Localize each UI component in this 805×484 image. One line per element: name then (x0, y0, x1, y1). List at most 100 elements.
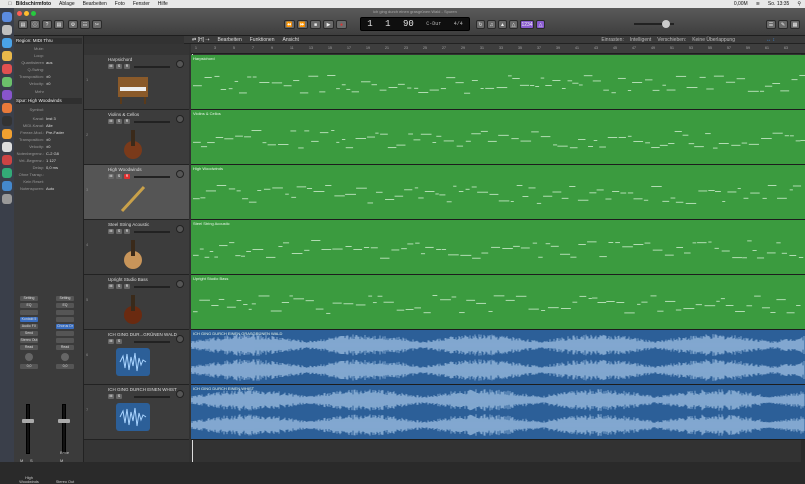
toolbar-toggle-button[interactable]: ▤ (54, 20, 64, 29)
track-header[interactable]: 5 Upright Studio Bass M S R (84, 275, 189, 330)
search-icon[interactable]: ⚲ (797, 1, 801, 7)
cycle-button[interactable]: ↻ (476, 20, 485, 29)
launchpad-icon[interactable] (2, 25, 12, 35)
view-menu[interactable]: Ansicht (282, 37, 298, 43)
mute-button[interactable]: M (60, 458, 63, 463)
help-button[interactable]: ? (42, 20, 52, 29)
count-in-button[interactable]: 1234 (520, 20, 534, 29)
view-toggle-icon[interactable]: ⇄ [H] ⇢ (192, 37, 210, 43)
mute-button[interactable]: M (20, 458, 23, 463)
calendar-icon[interactable] (2, 64, 12, 74)
inspector-row[interactable]: Notenspuren: Auto (16, 186, 82, 192)
empty-slot[interactable] (56, 338, 74, 343)
track-header[interactable]: 7 ICH GING DURCH EINEN WHIST M S (84, 385, 189, 440)
inspector-row[interactable]: Freeze-Mod.: Pre-Fader (16, 130, 82, 136)
track-inspector-header[interactable]: Spur: High Woodwinds (16, 98, 82, 104)
zoom-icon[interactable]: ↔ ↕ (766, 37, 775, 43)
track-header[interactable]: 4 Steel String Acoustic M S R (84, 220, 189, 275)
track-volume-slider[interactable] (134, 286, 170, 288)
vlc-icon[interactable] (2, 129, 12, 139)
track-volume-slider[interactable] (134, 66, 170, 68)
inspector-row[interactable]: MIDI-Kanal: Alle (16, 123, 82, 129)
track-volume-slider[interactable] (134, 396, 170, 398)
empty-slot[interactable] (56, 317, 74, 322)
inspector-row[interactable]: Q-Swing: (16, 67, 82, 73)
inspector-row[interactable]: Transposition: ±0 (16, 137, 82, 143)
menu-item[interactable]: Bearbeiten (83, 1, 107, 7)
more-disclosure[interactable]: Mehr (16, 89, 82, 95)
volume-fader[interactable] (22, 404, 34, 454)
mute-button[interactable]: M (108, 229, 114, 234)
list-editors-button[interactable]: ☰ (766, 20, 776, 29)
mute-button[interactable]: M (108, 284, 114, 289)
mixer-button[interactable]: ☷ (80, 20, 90, 29)
send-slot[interactable]: Send (20, 331, 38, 336)
inspector-row[interactable]: Symbol: (16, 107, 82, 113)
track-name[interactable]: Upright Studio Bass (108, 277, 148, 282)
menu-app[interactable]: Bildschirmfoto (16, 1, 51, 7)
track-pan-knob[interactable] (176, 115, 184, 123)
track-header[interactable]: 1 Harpsichord M S R (84, 55, 189, 110)
master-volume-knob[interactable] (662, 20, 670, 28)
track-pan-knob[interactable] (176, 335, 184, 343)
safari-icon[interactable] (2, 38, 12, 48)
inspector-button[interactable]: ⓘ (30, 20, 40, 29)
lcd-signature[interactable]: 4/4 (454, 21, 463, 27)
volume-fader[interactable] (58, 404, 70, 454)
track-pan-knob[interactable] (176, 170, 184, 178)
inspector-row[interactable]: Velocity: ±0 (16, 81, 82, 87)
inspector-row[interactable]: Loop: (16, 53, 82, 59)
lcd-key[interactable]: C-Dur (426, 21, 441, 27)
snap-select[interactable]: Intelligent (630, 37, 651, 43)
track-name[interactable]: Violins & Cellos (108, 112, 139, 117)
track-pan-knob[interactable] (176, 390, 184, 398)
track-name[interactable]: ICH GING DURCH EINEN WHIST (108, 387, 177, 392)
rewind-button[interactable]: ⏪ (284, 20, 295, 29)
stop-button[interactable]: ■ (310, 20, 321, 29)
record-enable-button[interactable]: R (124, 229, 130, 234)
menu-item[interactable]: Hilfe (158, 1, 168, 7)
zoom-button[interactable] (31, 11, 36, 16)
audio-fx-slot[interactable]: Chorus Dr (56, 324, 74, 329)
record-button[interactable]: ● (336, 20, 347, 29)
pages-icon[interactable] (2, 103, 12, 113)
play-button[interactable]: ▶ (323, 20, 334, 29)
solo-button[interactable]: S (116, 64, 122, 69)
region-inspector-header[interactable]: Region: MIDI Thru (16, 38, 82, 44)
inspector-row[interactable]: Mute: (16, 46, 82, 52)
midi-region[interactable]: Harpsichord (191, 55, 805, 110)
edit-menu[interactable]: Bearbeiten (218, 37, 242, 43)
track-pan-knob[interactable] (176, 60, 184, 68)
track-volume-slider[interactable] (134, 231, 170, 233)
apple-icon[interactable]:  (8, 1, 12, 7)
mute-button[interactable]: M (108, 64, 114, 69)
setting-button[interactable]: Setting (56, 296, 74, 301)
lcd-tempo[interactable]: 90 (403, 19, 414, 29)
smart-controls-button[interactable]: ⚙ (68, 20, 78, 29)
track-header[interactable]: 3 High Woodwinds M S R (84, 165, 189, 220)
empty-slot[interactable] (56, 310, 74, 315)
pan-knob[interactable] (61, 353, 69, 361)
solo-button[interactable]: S (116, 339, 122, 344)
eq-button[interactable]: EQ (56, 303, 74, 308)
finder-icon[interactable] (2, 12, 12, 22)
solo-button[interactable]: S (116, 284, 122, 289)
forward-button[interactable]: ⏩ (297, 20, 308, 29)
mute-button[interactable]: M (108, 174, 114, 179)
library-button[interactable]: ▤ (18, 20, 28, 29)
audio-region[interactable]: ICH GING DURCH EINEN WHIST (191, 385, 805, 440)
midi-fx-slot[interactable] (20, 310, 38, 315)
midi-region[interactable]: Violins & Cellos (191, 110, 805, 165)
mute-button[interactable]: M (108, 339, 114, 344)
output-slot[interactable]: Stereo Out (20, 338, 38, 343)
audio-region[interactable]: ICH GING DURCH EINEN GRASGRÜNEN WALD (191, 330, 805, 385)
record-enable-button[interactable]: R (124, 64, 130, 69)
solo-button[interactable]: S (30, 458, 33, 463)
pan-knob[interactable] (25, 353, 33, 361)
solo-button[interactable]: S (116, 119, 122, 124)
lcd-display[interactable]: 1 1 90 C-Dur 4/4 (360, 17, 470, 31)
menu-item[interactable]: Fenster (133, 1, 150, 7)
track-volume-slider[interactable] (134, 121, 170, 123)
eq-button[interactable]: EQ (20, 303, 38, 308)
track-name[interactable]: High Woodwinds (108, 167, 142, 172)
